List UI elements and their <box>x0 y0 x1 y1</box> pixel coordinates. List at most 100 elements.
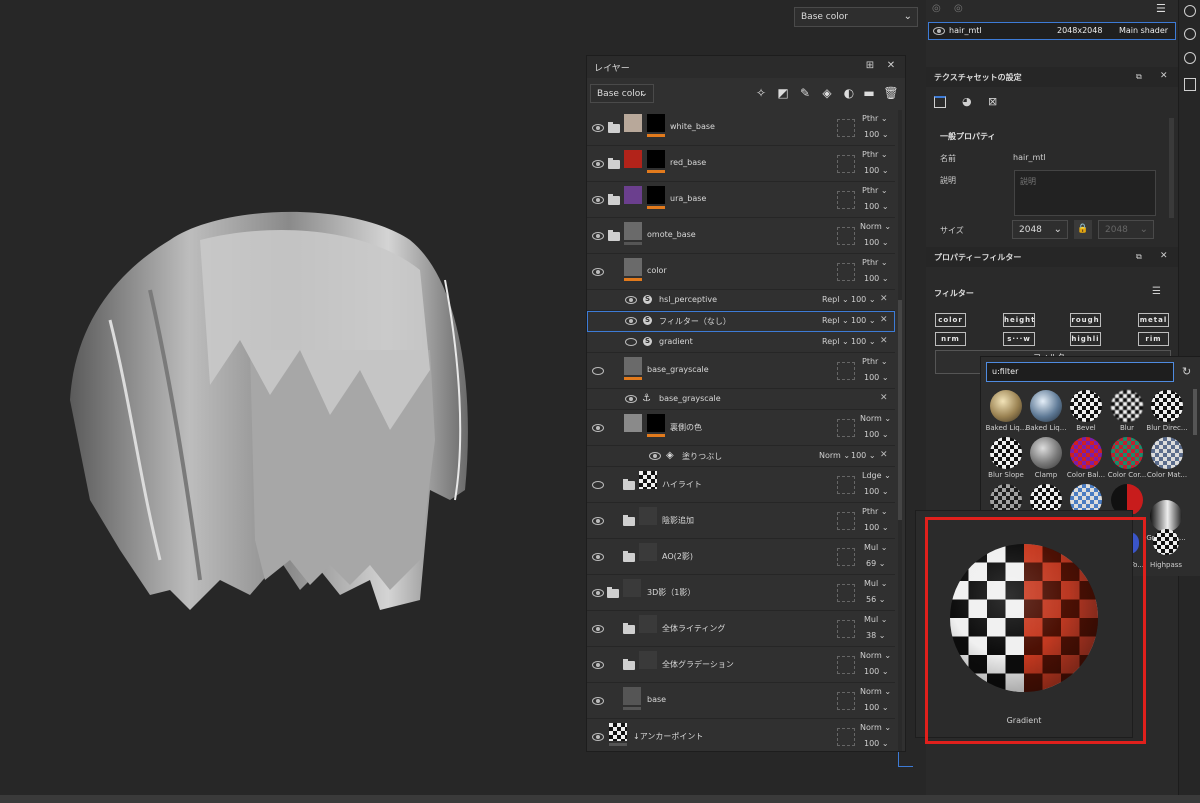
history-icon[interactable] <box>1184 52 1196 64</box>
eye-icon[interactable] <box>592 553 604 561</box>
channel-button[interactable]: nrm <box>935 332 966 346</box>
blend-mode[interactable]: Norm ⌄ <box>860 687 891 696</box>
eye-icon[interactable] <box>592 268 604 276</box>
layer-channel-select[interactable]: Base color ⌄ <box>590 84 654 103</box>
eye-icon[interactable] <box>592 481 604 489</box>
channel-button[interactable]: s···w <box>1003 332 1035 346</box>
layer-row[interactable]: 全体ライティング Mul ⌄ 38 ⌄ <box>587 611 895 647</box>
blend-mode[interactable]: Pthr ⌄ <box>862 507 888 516</box>
opacity-value[interactable]: 100 ⌄ <box>864 274 889 283</box>
close-icon[interactable]: ✕ <box>885 60 897 72</box>
add-mask-icon[interactable]: ◩ <box>775 85 791 101</box>
layer-row[interactable]: base Norm ⌄ 100 ⌄ <box>587 683 895 719</box>
blend-mode[interactable]: Pthr ⌄ <box>862 258 888 267</box>
texture-set-row[interactable]: hair_mtl 2048x2048 Main shader <box>928 22 1176 40</box>
lock-icon[interactable]: 🔒 <box>1074 220 1092 239</box>
opacity-value[interactable]: 100 ⌄ <box>864 130 889 139</box>
layer-row[interactable]: AO(2影) Mul ⌄ 69 ⌄ <box>587 539 895 575</box>
eye-icon[interactable] <box>625 317 637 325</box>
fill-icon[interactable]: ◈ <box>819 85 835 101</box>
filter-tile[interactable]: Color Cor... <box>1107 437 1147 483</box>
close-icon[interactable]: ✕ <box>880 315 888 325</box>
layer-row[interactable]: red_base Pthr ⌄ 100 ⌄ <box>587 146 895 182</box>
layer-row[interactable]: white_base Pthr ⌄ 100 ⌄ <box>587 110 895 146</box>
uv-tab-icon[interactable]: ⊠ <box>988 95 997 108</box>
eye-icon[interactable] <box>592 367 604 375</box>
close-icon[interactable]: ✕ <box>1160 71 1168 81</box>
layer-row[interactable]: 陰影追加 Pthr ⌄ 100 ⌄ <box>587 503 895 539</box>
folder-open-icon[interactable] <box>608 230 620 241</box>
size-select[interactable]: 2048 ⌄ <box>1012 220 1068 239</box>
opacity-value[interactable]: 56 ⌄ <box>866 595 885 604</box>
trash-icon[interactable]: 🗑 <box>883 85 899 101</box>
layer-scrollbar[interactable] <box>898 110 902 751</box>
eye-icon[interactable] <box>592 517 604 525</box>
effect-row[interactable]: S gradient Repl ⌄ 100 ⌄ ✕ <box>587 332 895 353</box>
layer-row[interactable]: 全体グラデーション Norm ⌄ 100 ⌄ <box>587 647 895 683</box>
layer-row[interactable]: ura_base Pthr ⌄ 100 ⌄ <box>587 182 895 218</box>
opacity-value[interactable]: 100 ⌄ <box>851 451 876 460</box>
opacity-value[interactable]: 100 ⌄ <box>864 523 889 532</box>
filter-tile[interactable]: Clamp <box>1026 437 1066 483</box>
filter-menu-icon[interactable]: ☰ <box>1152 286 1161 297</box>
opacity-value[interactable]: 38 ⌄ <box>866 631 885 640</box>
popup-scrollbar[interactable] <box>1193 389 1197 435</box>
blend-mode[interactable]: Repl ⌄ <box>822 316 849 325</box>
eye-icon[interactable] <box>592 661 604 669</box>
texture-set-tab-icon[interactable] <box>934 96 946 108</box>
channel-button[interactable]: rough <box>1070 313 1101 327</box>
eye-icon[interactable] <box>933 27 945 35</box>
opacity-value[interactable]: 100 ⌄ <box>864 487 889 496</box>
eye-icon[interactable] <box>625 296 637 304</box>
undock-icon[interactable]: ⧉ <box>1136 252 1142 262</box>
list-options-icon[interactable]: ☰ <box>1156 2 1166 15</box>
display-icon[interactable] <box>1184 28 1196 40</box>
opacity-value[interactable]: 69 ⌄ <box>866 559 885 568</box>
blend-mode[interactable]: Norm ⌄ <box>860 651 891 660</box>
eye-icon[interactable] <box>592 589 604 597</box>
eye-icon[interactable] <box>592 424 604 432</box>
smart-material-icon[interactable]: ◐ <box>841 85 857 101</box>
filter-tile[interactable]: Blur Direc... <box>1146 390 1188 436</box>
opacity-value[interactable]: 100 ⌄ <box>864 703 889 712</box>
blend-mode[interactable]: Pthr ⌄ <box>862 150 888 159</box>
close-icon[interactable]: ✕ <box>880 393 888 403</box>
filter-tile[interactable]: Bevel <box>1066 390 1106 436</box>
eye-icon[interactable] <box>592 160 604 168</box>
brush-icon[interactable]: ✎ <box>797 85 813 101</box>
eye-icon[interactable] <box>592 697 604 705</box>
eye-icon[interactable] <box>625 395 637 403</box>
filter-search-input[interactable]: u:filter <box>986 362 1174 382</box>
filter-tile[interactable]: Baked Liq... <box>1026 390 1066 436</box>
channel-button[interactable]: metal <box>1138 313 1169 327</box>
close-icon[interactable]: ✕ <box>880 294 888 304</box>
opacity-value[interactable]: 100 ⌄ <box>851 337 876 346</box>
filter-tile[interactable]: Baked Liq... <box>986 390 1026 436</box>
eye-icon[interactable] <box>592 232 604 240</box>
panel-layout-icon[interactable]: ⊞ <box>864 60 876 72</box>
blend-mode[interactable]: Norm ⌄ <box>860 222 891 231</box>
blend-mode[interactable]: Pthr ⌄ <box>862 114 888 123</box>
channel-button[interactable]: height <box>1003 313 1035 327</box>
channel-button[interactable]: color <box>935 313 966 327</box>
blend-mode[interactable]: Norm ⌄ <box>819 451 850 460</box>
opacity-value[interactable]: 100 ⌄ <box>864 373 889 382</box>
eye-icon[interactable] <box>592 625 604 633</box>
filter-tile[interactable]: Color Bal... <box>1066 437 1106 483</box>
effect-row-selected[interactable]: S フィルター（なし） Repl ⌄ 100 ⌄ ✕ <box>587 311 895 332</box>
effect-row[interactable]: S hsl_perceptive Repl ⌄ 100 ⌄ ✕ <box>587 290 895 311</box>
blend-mode[interactable]: Norm ⌄ <box>860 723 891 732</box>
filter-tile[interactable]: Color Mat... <box>1147 437 1187 483</box>
log-icon[interactable] <box>1184 78 1196 91</box>
opacity-value[interactable]: 100 ⌄ <box>864 430 889 439</box>
eye-icon[interactable]: ◎ <box>954 3 963 14</box>
layer-row[interactable]: 裏側の色 Norm ⌄ 100 ⌄ <box>587 410 895 446</box>
opacity-value[interactable]: 100 ⌄ <box>864 667 889 676</box>
blend-mode[interactable]: Ldge ⌄ <box>862 471 891 480</box>
eye-icon[interactable] <box>592 733 604 741</box>
scrollbar-thumb[interactable] <box>898 300 902 520</box>
blend-mode[interactable]: Pthr ⌄ <box>862 186 888 195</box>
layer-row[interactable]: ↓アンカーポイント Norm ⌄ 100 ⌄ <box>587 719 895 751</box>
opacity-value[interactable]: 100 ⌄ <box>864 739 889 748</box>
channel-button[interactable]: highli <box>1070 332 1101 346</box>
